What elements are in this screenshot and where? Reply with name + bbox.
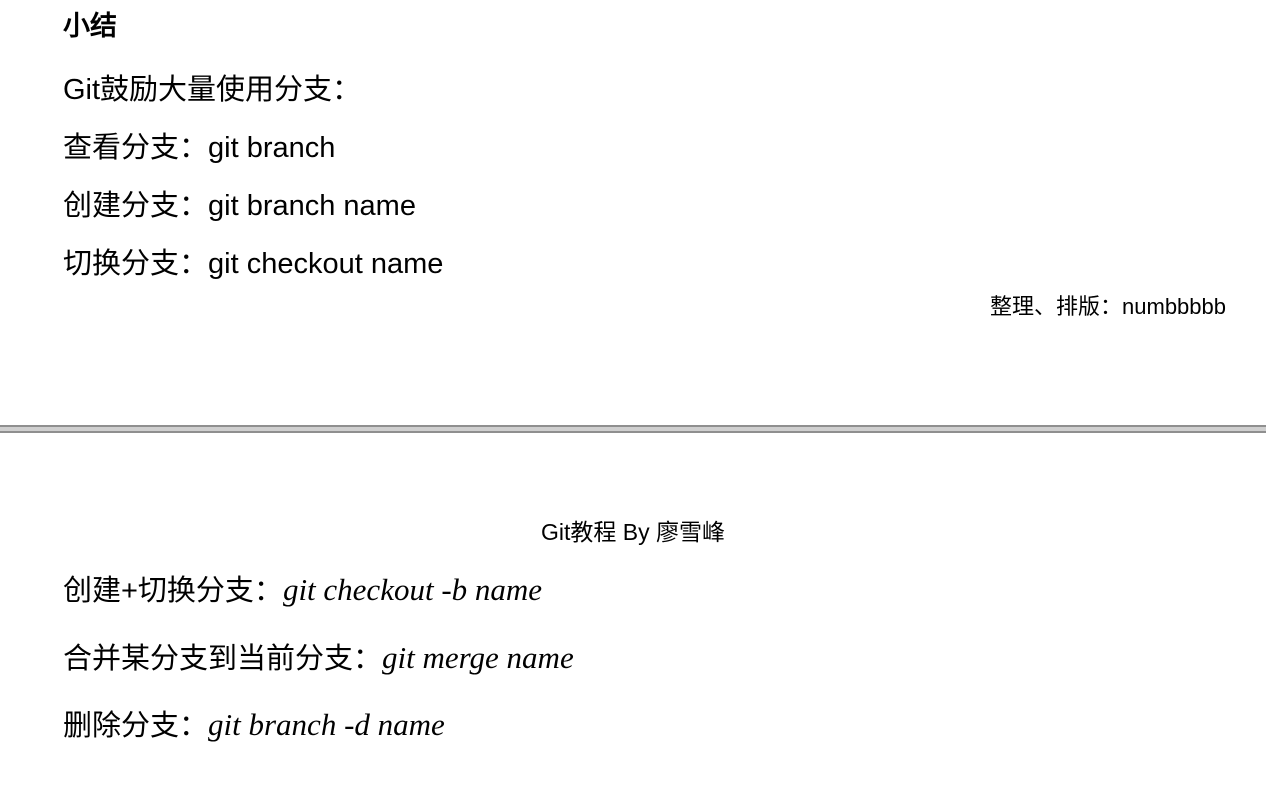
merge-branch-command: git merge name xyxy=(382,640,574,675)
switch-branch-command: git checkout name xyxy=(208,248,444,280)
merge-branch-label: 合并某分支到当前分支： xyxy=(63,643,383,675)
section-heading: 小结 xyxy=(63,11,117,41)
view-branch-line: 查看分支：git branch xyxy=(63,130,335,166)
credit-text: 整理、排版：numbbbbb xyxy=(990,294,1226,319)
page-divider xyxy=(0,425,1266,433)
page-bottom: Git教程 By 廖雪峰 创建+切换分支：git checkout -b nam… xyxy=(0,433,1266,786)
view-branch-label: 查看分支： xyxy=(63,132,209,164)
switch-branch-line: 切换分支：git checkout name xyxy=(63,246,443,282)
create-branch-line: 创建分支：git branch name xyxy=(63,188,416,224)
delete-branch-line: 删除分支：git branch -d name xyxy=(63,706,445,745)
page-top: 小结 Git鼓励大量使用分支： 查看分支：git branch 创建分支：git… xyxy=(0,0,1266,425)
delete-branch-command: git branch -d name xyxy=(208,707,445,742)
create-switch-branch-line: 创建+切换分支：git checkout -b name xyxy=(63,571,542,610)
delete-branch-label: 删除分支： xyxy=(63,710,209,742)
intro-text: Git鼓励大量使用分支： xyxy=(63,74,362,106)
create-branch-label: 创建分支： xyxy=(63,190,209,222)
document-header: Git教程 By 廖雪峰 xyxy=(540,519,725,545)
create-switch-branch-label: 创建+切换分支： xyxy=(63,575,283,607)
intro-line: Git鼓励大量使用分支： xyxy=(63,72,361,108)
view-branch-command: git branch xyxy=(208,132,336,164)
create-branch-command: git branch name xyxy=(208,190,416,222)
create-switch-branch-command: git checkout -b name xyxy=(282,572,543,607)
merge-branch-line: 合并某分支到当前分支：git merge name xyxy=(63,639,574,678)
switch-branch-label: 切换分支： xyxy=(63,248,209,280)
